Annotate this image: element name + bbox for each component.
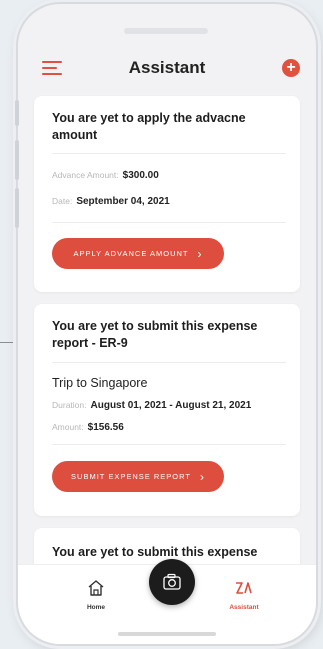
duration-field: Duration: August 01, 2021 - August 21, 20…: [52, 400, 251, 411]
phone-frame: Assistant + You are yet to apply the adv…: [18, 4, 316, 644]
field-label: Duration:: [52, 400, 87, 410]
tab-home-label: Home: [86, 604, 106, 611]
amount-field: Amount: $156.56: [52, 422, 124, 433]
advance-card: You are yet to apply the advacne amount …: [34, 96, 300, 292]
field-label: Amount:: [52, 422, 84, 432]
date-field: Date: September 04, 2021: [52, 196, 170, 207]
divider: [52, 444, 286, 445]
field-value: $300.00: [122, 170, 159, 181]
chevron-right-icon: ›: [199, 469, 205, 484]
divider: [52, 222, 286, 223]
button-label: SUBMIT EXPENSE REPORT: [71, 472, 191, 481]
field-label: Date:: [52, 196, 73, 206]
card-title: You are yet to apply the advacne amount: [52, 111, 246, 142]
field-value: $156.56: [87, 422, 124, 433]
home-icon: [88, 580, 104, 596]
tab-home[interactable]: Home: [66, 579, 126, 611]
tab-assistant[interactable]: Assistant: [214, 579, 274, 611]
submit-expense-report-button[interactable]: SUBMIT EXPENSE REPORT ›: [52, 461, 224, 492]
divider: [52, 153, 286, 154]
trip-name: Trip to Singapore: [52, 376, 148, 390]
camera-button[interactable]: [149, 559, 195, 605]
advance-amount-field: Advance Amount: $300.00: [52, 170, 159, 181]
plus-circle-icon[interactable]: +: [282, 59, 300, 77]
camera-icon: [163, 573, 181, 590]
divider: [52, 362, 286, 363]
side-button: [15, 100, 19, 126]
field-value: August 01, 2021 - August 21, 2021: [90, 400, 252, 411]
home-indicator: [118, 632, 216, 636]
app-header: Assistant +: [18, 48, 316, 88]
apply-advance-amount-button[interactable]: APPLY ADVANCE AMOUNT ›: [52, 238, 224, 269]
side-button: [15, 188, 19, 228]
side-button: [15, 140, 19, 180]
button-label: APPLY ADVANCE AMOUNT: [73, 249, 189, 258]
field-value: September 04, 2021: [76, 196, 170, 207]
page-title: Assistant: [128, 58, 206, 77]
tab-assistant-label: Assistant: [229, 604, 259, 611]
phone-speaker: [124, 28, 208, 34]
assistant-icon: [236, 582, 252, 594]
expense-report-card: You are yet to submit this expense repor…: [34, 304, 300, 516]
field-label: Advance Amount:: [52, 170, 119, 180]
card-title: You are yet to submit this expense repor…: [52, 319, 258, 350]
chevron-right-icon: ›: [197, 246, 203, 261]
